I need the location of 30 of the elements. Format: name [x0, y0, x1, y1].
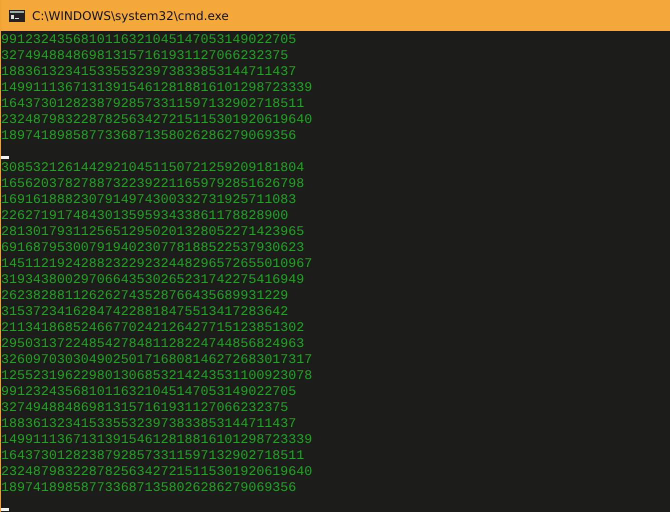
- console-line: 9912324356810116321045147053149022705: [1, 32, 298, 48]
- console-icon: [9, 10, 25, 22]
- console-line: 1897418985877336871358026286279069356: [1, 128, 298, 144]
- console-line: 29503137224854278481128224744856824963: [1, 336, 306, 352]
- console-line: 69168795300791940230778188522537930623: [1, 240, 306, 256]
- console-line: 1691618882307914974300332731925711083: [1, 192, 298, 208]
- console-line: 262382881126262743528766435689931229: [1, 288, 290, 304]
- console-line: 16562037827887322392211659792851626798: [1, 176, 306, 192]
- console-line: 232487983228782563427215115301920619640: [1, 464, 314, 480]
- console-line: 327494884869813157161931127066232375: [1, 400, 290, 416]
- console-line: 315372341628474228818475513417283642: [1, 304, 290, 320]
- console-line: 1897418985877336871358026286279069356: [1, 480, 298, 496]
- console-line: 1883613234153355323973833853144711437: [1, 64, 298, 80]
- console-line: 28130179311256512950201328052271423965: [1, 224, 306, 240]
- console-line: 326097030304902501716808146272683017317: [1, 352, 314, 368]
- console-line: 327494884869813157161931127066232375: [1, 48, 290, 64]
- console-line: 16437301282387928573311597132902718511: [1, 448, 306, 464]
- console-line: 30853212614429210451150721259209181804: [1, 160, 306, 176]
- console-line: 31934380029706643530265231742275416949: [1, 272, 306, 288]
- console-line: 226271917484301359593433861178828900: [1, 208, 290, 224]
- console-line: 232487983228782563427215115301920619640: [1, 112, 314, 128]
- console-line: 125523196229801306853214243531100923078: [1, 368, 314, 384]
- console-line: 1883613234153355323973833853144711437: [1, 416, 298, 432]
- console-line: 21134186852466770242126427715123851302: [1, 320, 306, 336]
- console-line: 149911136713139154612818816101298723339: [1, 432, 314, 448]
- window-title: C:\WINDOWS\system32\cmd.exe: [32, 8, 229, 24]
- console-line: 145112192428823229232448296572655010967: [1, 256, 314, 272]
- console-line: 9912324356810116321045147053149022705: [1, 384, 298, 400]
- console-line: 16437301282387928573311597132902718511: [1, 96, 306, 112]
- console-line: 149911136713139154612818816101298723339: [1, 80, 314, 96]
